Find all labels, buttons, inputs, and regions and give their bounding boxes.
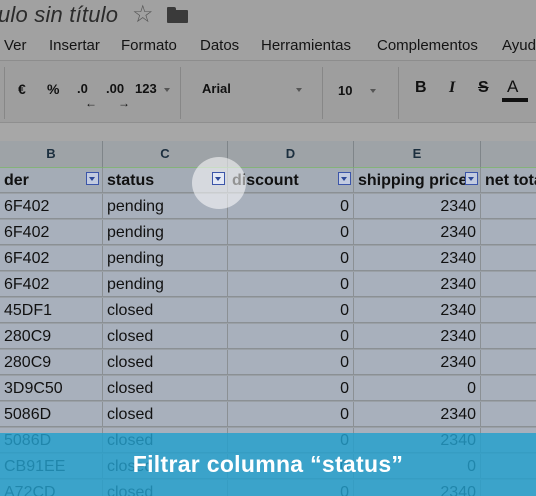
menu-insertar[interactable]: Insertar [49,37,100,54]
shipping-price-cell[interactable]: 2340 [354,194,481,219]
font-size-value: 10 [338,83,353,98]
discount-cell[interactable]: 0 [228,246,354,271]
order-id-cell[interactable]: 6F402 [0,194,103,219]
status-cell[interactable]: closed [103,350,228,375]
font-family-value: Arial [202,81,231,96]
order-id-cell[interactable]: 5086D [0,402,103,427]
column-header-e[interactable]: E [354,141,481,168]
star-icon[interactable]: ☆ [132,1,154,29]
document-title[interactable]: ulo sin título [0,2,118,28]
discount-cell[interactable]: 0 [228,220,354,245]
status-cell[interactable]: closed [103,376,228,401]
increase-decimals-button[interactable]: .00 [106,81,124,96]
shipping-price-cell[interactable]: 2340 [354,220,481,245]
status-cell[interactable]: pending [103,246,228,271]
shipping-price-cell[interactable]: 2340 [354,272,481,297]
status-cell[interactable]: pending [103,272,228,297]
menu-ver[interactable]: Ver [4,37,27,54]
toolbar-divider [322,67,323,119]
menu-bar: Ver Insertar Formato Datos Herramientas … [0,32,536,60]
decrease-decimals-button[interactable]: .0 [77,81,88,96]
discount-cell[interactable]: 0 [228,402,354,427]
status-cell[interactable]: closed [103,402,228,427]
filter-dropdown-icon[interactable] [465,172,478,185]
toolbar-divider [180,67,181,119]
discount-cell[interactable]: 0 [228,350,354,375]
header-cell-shipping-price[interactable]: shipping price [354,168,481,193]
order-id-cell[interactable]: 6F402 [0,272,103,297]
menu-ayuda[interactable]: Ayud [502,37,536,54]
toolbar-divider [398,67,399,119]
header-cell-discount[interactable]: discount [228,168,354,193]
arrow-right-icon: → [118,96,130,110]
status-cell[interactable]: pending [103,220,228,245]
net-total-cell[interactable] [481,376,536,401]
bold-button[interactable]: B [415,79,427,97]
chevron-down-icon [164,88,170,92]
currency-format-button[interactable]: € [18,81,26,97]
shipping-price-cell[interactable]: 2340 [354,324,481,349]
net-total-cell[interactable] [481,272,536,297]
font-family-select[interactable]: Arial [190,73,310,97]
title-bar: ulo sin título ☆ [0,0,536,32]
text-color-button[interactable]: A [507,77,518,97]
column-header-f[interactable] [481,141,536,168]
menu-complementos[interactable]: Complementos [377,37,478,54]
strikethrough-button[interactable]: S [478,79,489,97]
toolbar: € % .0 ← .00 → 123 Arial 10 B I S A [0,60,536,123]
font-size-select[interactable]: 10 [330,73,380,98]
discount-cell[interactable]: 0 [228,376,354,401]
italic-button[interactable]: I [449,79,455,97]
header-cell-net-total[interactable]: net tota [481,168,536,193]
shipping-price-cell[interactable]: 2340 [354,402,481,427]
menu-herramientas[interactable]: Herramientas [261,37,351,54]
net-total-cell[interactable] [481,194,536,219]
order-id-cell[interactable]: 280C9 [0,350,103,375]
menu-datos[interactable]: Datos [200,37,239,54]
order-id-cell[interactable]: 6F402 [0,246,103,271]
header-label: status [107,172,155,189]
caption-text: Filtrar columna “status” [132,451,404,477]
shipping-price-cell[interactable]: 2340 [354,350,481,375]
header-label: net tota [485,172,536,189]
net-total-cell[interactable] [481,324,536,349]
percent-format-button[interactable]: % [47,81,59,97]
header-label: shipping price [358,172,468,189]
discount-cell[interactable]: 0 [228,194,354,219]
discount-cell[interactable]: 0 [228,272,354,297]
arrow-left-icon: ← [85,96,97,110]
net-total-cell[interactable] [481,298,536,323]
menu-formato[interactable]: Formato [121,37,177,54]
column-header-d[interactable]: D [228,141,354,168]
net-total-cell[interactable] [481,220,536,245]
order-id-cell[interactable]: 6F402 [0,220,103,245]
status-filter-dropdown-icon[interactable] [212,172,225,185]
spreadsheet-app: ulo sin título ☆ Ver Insertar Formato Da… [0,0,536,496]
discount-cell[interactable]: 0 [228,324,354,349]
caption-banner: Filtrar columna “status” [0,433,536,496]
header-label: der [4,172,29,189]
status-cell[interactable]: closed [103,298,228,323]
discount-cell[interactable]: 0 [228,298,354,323]
folder-icon[interactable] [167,7,188,23]
shipping-price-cell[interactable]: 0 [354,376,481,401]
number-format-button[interactable]: 123 [135,81,157,96]
toolbar-divider [4,67,5,119]
status-cell[interactable]: closed [103,324,228,349]
text-color-swatch [502,98,528,102]
formula-bar[interactable] [0,122,536,142]
filter-dropdown-icon[interactable] [86,172,99,185]
chevron-down-icon [296,88,302,92]
shipping-price-cell[interactable]: 2340 [354,246,481,271]
order-id-cell[interactable]: 280C9 [0,324,103,349]
column-header-b[interactable]: B [0,141,103,168]
shipping-price-cell[interactable]: 2340 [354,298,481,323]
net-total-cell[interactable] [481,402,536,427]
net-total-cell[interactable] [481,350,536,375]
order-id-cell[interactable]: 45DF1 [0,298,103,323]
filter-dropdown-icon[interactable] [338,172,351,185]
order-id-cell[interactable]: 3D9C50 [0,376,103,401]
net-total-cell[interactable] [481,246,536,271]
chevron-down-icon [370,89,376,93]
